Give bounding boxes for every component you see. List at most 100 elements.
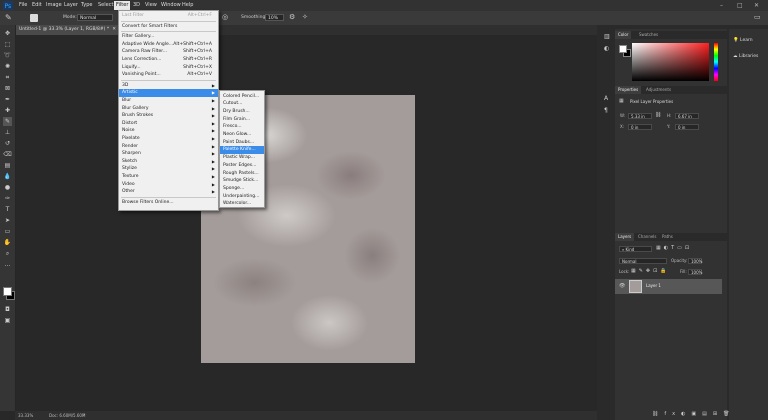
mode-dropdown[interactable]: Normal bbox=[77, 14, 113, 21]
filter-menu-item-adaptive-wide-angle[interactable]: Adaptive Wide Angle... Alt+Shift+Ctrl+A bbox=[119, 41, 218, 49]
marquee-tool-icon[interactable]: ⬚ bbox=[3, 40, 12, 49]
filter-menu-item-texture[interactable]: Texture ▶ bbox=[119, 173, 218, 181]
quick-mask-icon[interactable]: ◘ bbox=[3, 305, 12, 314]
foreground-color-swatch[interactable] bbox=[3, 287, 12, 296]
artistic-item-poster-edges[interactable]: Poster Edges... bbox=[220, 162, 264, 170]
layer-filter-icons[interactable]: ▦◐T▭⊡ bbox=[656, 245, 692, 251]
menu-type[interactable]: Type bbox=[79, 1, 94, 10]
filter-menu-item-distort[interactable]: Distort ▶ bbox=[119, 120, 218, 128]
zoom-tool-icon[interactable]: ⌕ bbox=[3, 249, 12, 258]
menu-edit[interactable]: Edit bbox=[30, 1, 44, 10]
airbrush-icon[interactable]: ✧ bbox=[302, 13, 308, 21]
status-arrow-icon[interactable]: › bbox=[83, 411, 85, 420]
healing-tool-icon[interactable]: ✚ bbox=[3, 106, 12, 115]
artistic-item-plastic-wrap[interactable]: Plastic Wrap... bbox=[220, 154, 264, 162]
gradient-tool-icon[interactable]: ▤ bbox=[3, 161, 12, 170]
artistic-item-fresco[interactable]: Fresco... bbox=[220, 123, 264, 131]
hue-slider[interactable] bbox=[714, 43, 718, 81]
eraser-tool-icon[interactable]: ⌫ bbox=[3, 150, 12, 159]
zoom-level[interactable]: 33.33% bbox=[18, 411, 33, 420]
quick-select-tool-icon[interactable]: ✺ bbox=[3, 62, 12, 71]
stamp-tool-icon[interactable]: ⊥ bbox=[3, 128, 12, 137]
learn-item[interactable]: 💡 Learn bbox=[733, 37, 753, 44]
gear-icon[interactable]: ⚙ bbox=[289, 13, 295, 21]
lock-icons[interactable]: ▦✎✥⊡🔒 bbox=[631, 268, 670, 274]
artistic-item-neon-glow[interactable]: Neon Glow... bbox=[220, 131, 264, 139]
maximize-icon[interactable]: □ bbox=[737, 1, 743, 10]
artistic-item-dry-brush[interactable]: Dry Brush... bbox=[220, 108, 264, 116]
blend-mode-dropdown[interactable]: Normal bbox=[619, 258, 667, 264]
filter-menu-item-noise[interactable]: Noise ▶ bbox=[119, 127, 218, 135]
filter-menu-item-liquify[interactable]: Liquify... Shift+Ctrl+X bbox=[119, 64, 218, 72]
filter-menu-item-video[interactable]: Video ▶ bbox=[119, 181, 218, 189]
color-fg-swatch[interactable] bbox=[619, 45, 627, 53]
smoothing-field[interactable]: 10% bbox=[265, 14, 284, 21]
artistic-item-sponge[interactable]: Sponge... bbox=[220, 185, 264, 193]
filter-menu-item-blur[interactable]: Blur ▶ bbox=[119, 97, 218, 105]
filter-menu-item-browse-filters-online[interactable]: Browse Filters Online... bbox=[119, 199, 218, 207]
tab-paths[interactable]: Paths bbox=[659, 233, 676, 241]
link-icon[interactable]: ⛓ bbox=[655, 112, 661, 118]
filter-menu-item-blur-gallery[interactable]: Blur Gallery ▶ bbox=[119, 105, 218, 113]
opacity-field[interactable]: 100% bbox=[688, 258, 702, 264]
menu-file[interactable]: File bbox=[17, 1, 29, 10]
layer-name[interactable]: Layer 1 bbox=[646, 283, 661, 289]
layer-row[interactable]: 👁 Layer 1 bbox=[615, 279, 722, 294]
eyedropper-tool-icon[interactable]: ✒ bbox=[3, 95, 12, 104]
filter-menu-item-render[interactable]: Render ▶ bbox=[119, 143, 218, 151]
filter-menu-item-pixelate[interactable]: Pixelate ▶ bbox=[119, 135, 218, 143]
menu-image[interactable]: Image bbox=[44, 1, 64, 10]
path-select-tool-icon[interactable]: ➤ bbox=[3, 216, 12, 225]
menu-view[interactable]: View bbox=[143, 1, 159, 10]
dodge-tool-icon[interactable]: ● bbox=[3, 183, 12, 192]
close-tab-icon[interactable]: ✕ bbox=[112, 25, 116, 35]
pressure-icon[interactable]: ◎ bbox=[222, 13, 228, 21]
width-field[interactable]: 5.33 in bbox=[628, 113, 652, 119]
pen-tool-icon[interactable]: ✑ bbox=[3, 194, 12, 203]
filter-menu-item-camera-raw-filter[interactable]: Camera Raw Filter... Shift+Ctrl+A bbox=[119, 48, 218, 56]
artistic-item-watercolor[interactable]: Watercolor... bbox=[220, 200, 264, 208]
filter-menu-item-artistic[interactable]: Artistic ▶ bbox=[119, 89, 218, 97]
layer-filter-kind[interactable]: ⌕ Kind bbox=[619, 246, 652, 252]
visibility-eye-icon[interactable]: 👁 bbox=[619, 283, 625, 289]
filter-menu-item-filter-gallery[interactable]: Filter Gallery... bbox=[119, 33, 218, 41]
filter-menu-item-brush-strokes[interactable]: Brush Strokes ▶ bbox=[119, 112, 218, 120]
tab-channels[interactable]: Channels bbox=[635, 233, 660, 241]
artistic-item-film-grain[interactable]: Film Grain... bbox=[220, 116, 264, 124]
filter-menu-item-lens-correction[interactable]: Lens Correction... Shift+Ctrl+R bbox=[119, 56, 218, 64]
filter-menu-item-sketch[interactable]: Sketch ▶ bbox=[119, 158, 218, 166]
frame-tool-icon[interactable]: ⊠ bbox=[3, 84, 12, 93]
paragraph-panel-icon[interactable]: ¶ bbox=[604, 107, 608, 114]
adjust-panel-icon[interactable]: ◐ bbox=[604, 45, 609, 52]
close-icon[interactable]: ✕ bbox=[754, 1, 759, 10]
character-panel-icon[interactable]: A bbox=[604, 95, 608, 102]
artistic-item-underpainting[interactable]: Underpainting... bbox=[220, 193, 264, 201]
filter-menu-item-sharpen[interactable]: Sharpen ▶ bbox=[119, 150, 218, 158]
brush-tool-icon[interactable]: ✎ bbox=[3, 117, 12, 126]
artistic-item-colored-pencil[interactable]: Colored Pencil... bbox=[220, 93, 264, 101]
filter-menu-item-3d[interactable]: 3D ▶ bbox=[119, 82, 218, 90]
brush-tool-icon[interactable]: ✎ bbox=[5, 13, 12, 22]
layer-bottom-icons[interactable]: ⛓fx◐▣▤⊞🗑 bbox=[652, 411, 735, 417]
libraries-item[interactable]: ☁ Libraries bbox=[733, 53, 758, 60]
filter-menu-item-vanishing-point[interactable]: Vanishing Point... Alt+Ctrl+V bbox=[119, 71, 218, 79]
type-tool-icon[interactable]: T bbox=[3, 205, 12, 214]
filter-menu-item-stylize[interactable]: Stylize ▶ bbox=[119, 165, 218, 173]
menu-select[interactable]: Select bbox=[96, 1, 115, 10]
menu-layer[interactable]: Layer bbox=[62, 1, 80, 10]
height-field[interactable]: 6.67 in bbox=[675, 113, 699, 119]
minimize-icon[interactable]: – bbox=[720, 1, 723, 10]
lasso-tool-icon[interactable]: ➰ bbox=[3, 51, 12, 60]
x-field[interactable]: 0 in bbox=[628, 124, 652, 130]
menu-help[interactable]: Help bbox=[180, 1, 195, 10]
color-picker-field[interactable] bbox=[632, 43, 709, 81]
artistic-item-smudge-stick[interactable]: Smudge Stick... bbox=[220, 177, 264, 185]
artistic-item-rough-pastels[interactable]: Rough Pastels... bbox=[220, 170, 264, 178]
menu-3d[interactable]: 3D bbox=[131, 1, 142, 10]
history-panel-icon[interactable]: ▥ bbox=[604, 33, 610, 40]
blur-tool-icon[interactable]: 💧 bbox=[3, 172, 12, 181]
hand-tool-icon[interactable]: ✋ bbox=[3, 238, 12, 247]
artistic-item-paint-daubs[interactable]: Paint Daubs... bbox=[220, 139, 264, 147]
tab-adjustments[interactable]: Adjustments bbox=[643, 86, 674, 94]
more-tools-icon[interactable]: … bbox=[3, 260, 12, 269]
